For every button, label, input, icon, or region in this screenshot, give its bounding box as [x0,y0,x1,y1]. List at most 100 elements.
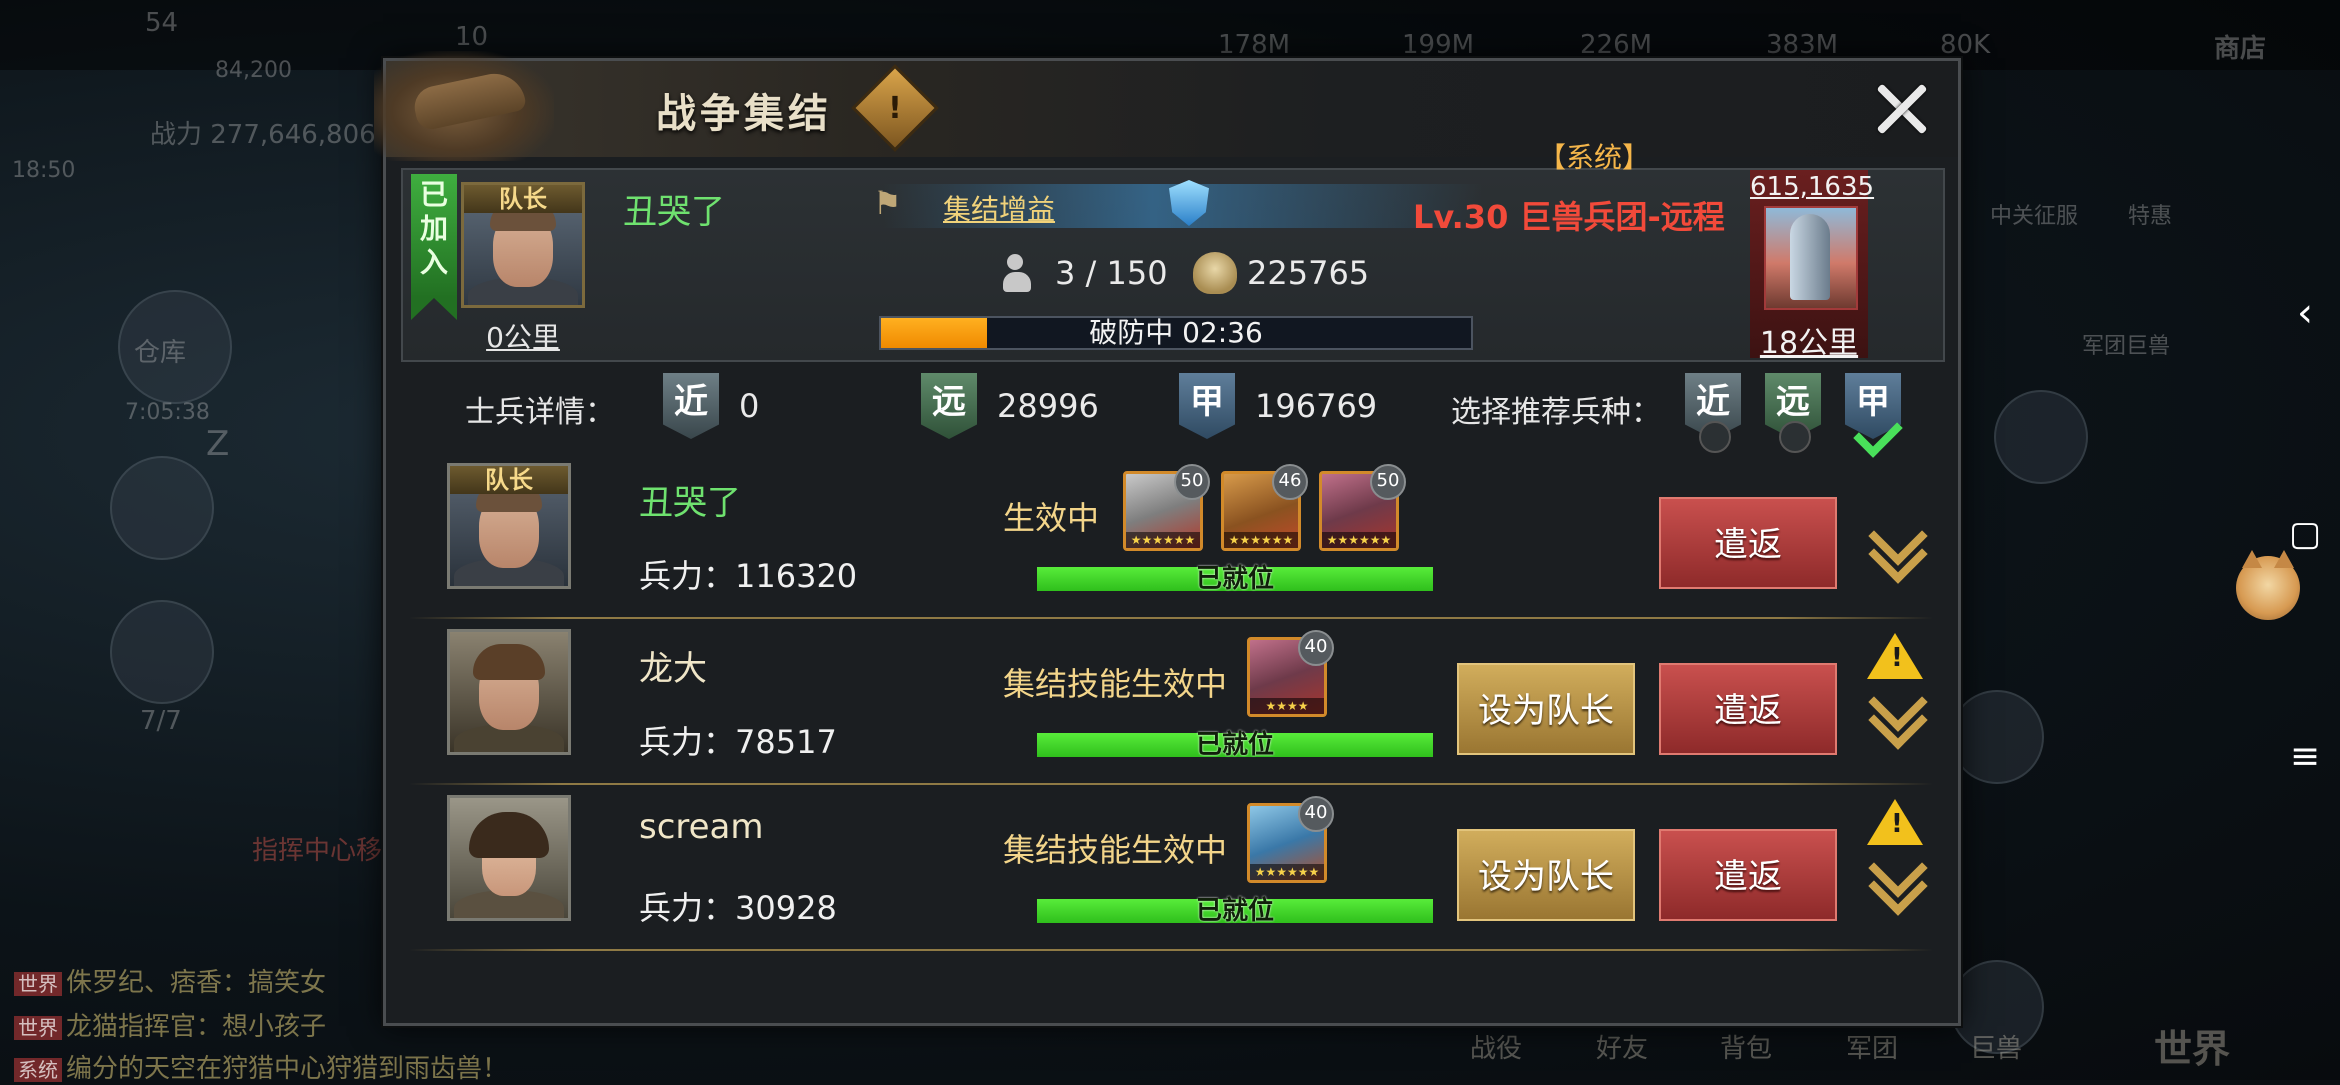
target-coordinates[interactable]: 615,1635 [1750,172,1874,202]
bg-resource-gems: 80K [1940,30,1991,60]
bg-resource-oil: 199M [1402,30,1475,60]
chevron-down-icon[interactable] [1867,838,1928,916]
system-tag: 【系统】 [1538,141,1651,174]
row-divider [409,949,1933,951]
member-troops: 兵力：116320 [639,557,858,595]
bg-level-badge: 10 [455,22,489,52]
bg-command-center[interactable]: 指挥中心移 [252,830,382,867]
chevron-down-icon[interactable] [1867,506,1928,584]
set-captain-button[interactable]: 设为队长 [1457,829,1635,921]
member-name: 丑哭了 [639,483,741,523]
bg-resource-gold: 383M [1766,30,1839,60]
nav-campaign[interactable]: 战役 [1470,1028,1522,1065]
bg-alert-button[interactable] [1994,390,2088,484]
bg-event-button[interactable] [110,456,214,560]
armor-icon: 甲 [1179,373,1235,439]
nav-legion[interactable]: 军团 [1846,1028,1898,1065]
bg-shop-label[interactable]: 商店 [2214,28,2266,65]
ranged-count: 28996 [997,387,1099,425]
rally-bonus-link[interactable]: 集结增益 [943,188,1055,228]
hero-level: 46 [1272,464,1308,500]
close-icon[interactable] [1874,81,1930,137]
nav-bag[interactable]: 背包 [1720,1028,1772,1065]
chat-line[interactable]: 世界 龙猫指挥官：想小孩子 [14,1006,326,1043]
rally-power: 225765 [1247,254,1370,292]
croc-hero-icon[interactable]: 46 ★★★★★★ [1221,464,1308,551]
back-icon[interactable]: ‹ [2270,290,2340,336]
hero-stars: ★★★★★★ [1224,532,1298,548]
warning-icon[interactable]: ! [1867,633,1923,679]
return-button[interactable]: 遣返 [1659,663,1837,755]
hero-stars: ★★★★ [1250,698,1324,714]
return-button[interactable]: 遣返 [1659,829,1837,921]
joined-ribbon: 已加入 [411,174,457,320]
hero-stars: ★★★★★★ [1126,532,1200,548]
recommend-melee-radio[interactable] [1699,421,1731,453]
captain-tag: 队长 [464,185,582,213]
melee-icon: 近 [663,373,719,439]
hero-level: 40 [1298,630,1334,666]
bg-resource-food: 178M [1218,30,1291,60]
soldier-details-row: 士兵详情： 近 0 远 28996 甲 196769 选择推荐兵种： 近 远 甲 [401,361,1941,458]
raptor-hero-icon[interactable]: 40 ★★★★★★ [1247,796,1334,883]
ranged-icon: 远 [921,373,977,439]
recent-apps-icon[interactable]: ▢ [2270,514,2340,554]
bg-energy: 84,200 [215,58,292,83]
set-captain-button[interactable]: 设为队长 [1457,663,1635,755]
leader-distance[interactable]: 0公里 [461,316,585,356]
recommend-ranged-radio[interactable] [1779,421,1811,453]
leader-name: 丑哭了 [623,192,725,232]
info-icon[interactable]: ! [851,64,939,152]
bg-timer: 7:05:38 [125,400,210,425]
target-distance[interactable]: 18公里 [1750,318,1868,362]
chat-line[interactable]: 世界 侏罗纪、痞香：搞笑女 [14,962,326,999]
leader-avatar[interactable]: 队长 [461,182,585,308]
soldier-details-label: 士兵详情： [465,395,615,430]
member-troops: 兵力：30928 [639,889,837,927]
bg-label-offer: 特惠 [2128,204,2173,229]
member-row: 龙大 兵力：78517 集结技能生效中 40 ★★★★ 已就位 设为队长 遣返 … [401,619,1941,785]
dialog-title: 战争集结 [656,91,832,137]
war-rally-dialog: 战争集结 ! 已加入 队长 0公里 丑哭了 ⚑ 集结增益 3 / 150 225… [374,51,1961,1026]
ape-hero-icon[interactable]: 50 ★★★★★★ [1319,464,1406,551]
bg-label-legion: 军团巨兽 [2082,334,2171,359]
joined-label: 已加入 [419,178,448,279]
member-avatar[interactable]: 队长 [447,463,571,589]
dialog-header: 战争集结 ! [374,51,1958,161]
hero-level: 50 [1370,464,1406,500]
nav-friends[interactable]: 好友 [1596,1028,1648,1065]
progress-label: 破防中 02:36 [1089,316,1263,349]
member-avatar[interactable] [447,795,571,921]
ape-hero-icon[interactable]: 40 ★★★★ [1247,630,1334,717]
nav-beast[interactable]: 巨兽 [1970,1028,2022,1065]
flag-icon: ⚑ [873,184,902,222]
target-card[interactable]: 615,1635 18公里 [1750,170,1874,361]
warning-icon[interactable]: ! [1867,799,1923,845]
ready-bar: 已就位 [1037,732,1433,758]
bg-label-conquest: 中关征服 [1990,204,2079,229]
troop-count: 3 / 150 [1055,254,1168,292]
recommend-label: 选择推荐兵种： [1451,395,1661,430]
robot-hero-icon[interactable]: 50 ★★★★★★ [1123,464,1210,551]
captain-tag: 队长 [450,466,568,494]
member-status: 生效中 [1003,499,1100,537]
ready-bar: 已就位 [1037,566,1433,592]
bg-build-button[interactable] [1950,690,2044,784]
bg-resource-steel: 226M [1580,30,1653,60]
power-icon [1193,252,1237,294]
cat-assistant-icon[interactable] [2236,550,2300,620]
chevron-down-icon[interactable] [1867,672,1928,750]
menu-icon[interactable]: ≡ [2270,736,2340,777]
nav-world[interactable]: 世界 [2154,1018,2230,1073]
member-status: 集结技能生效中 [1003,831,1228,869]
bg-flag-button[interactable] [110,600,214,704]
player-level: 54 [145,8,179,38]
target-building-icon [1764,206,1858,310]
rally-summary: 已加入 队长 0公里 丑哭了 ⚑ 集结增益 3 / 150 225765 破防中… [401,141,1945,362]
return-button[interactable]: 遣返 [1659,497,1837,589]
chat-line[interactable]: 系统 编分的天空在狩猎中心狩猎到雨齿兽！ [14,1048,508,1085]
armor-count: 196769 [1255,387,1378,425]
member-troops: 兵力：78517 [639,723,837,761]
hero-level: 50 [1174,464,1210,500]
member-avatar[interactable] [447,629,571,755]
